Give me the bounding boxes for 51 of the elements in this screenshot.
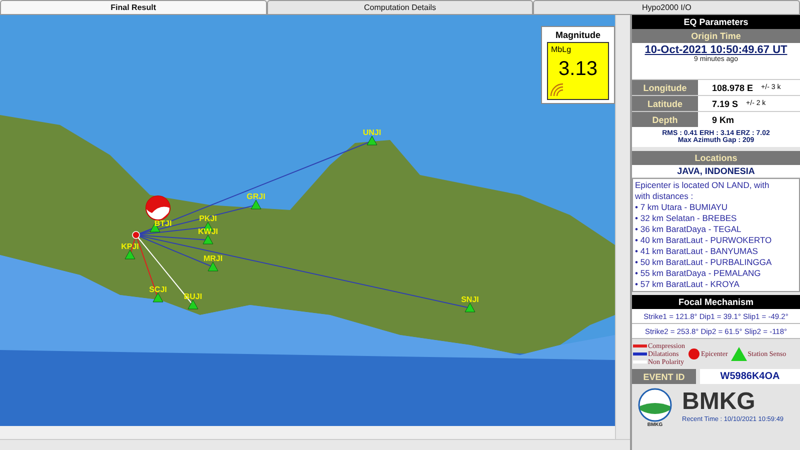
event-id-label: EVENT ID [632, 369, 696, 384]
vertical-scrollbar[interactable] [615, 15, 630, 439]
station-triangle-icon [202, 234, 214, 244]
origin-time: 10-Oct-2021 10:50:49.67 UT [644, 44, 788, 56]
distance-item: • 41 km BaratLaut - BANYUMAS [635, 246, 759, 257]
station-label: KWJI [198, 227, 218, 236]
tab[interactable]: Computation Details [266, 0, 534, 14]
station-label: SNJI [461, 295, 479, 304]
section-header: Locations [632, 151, 800, 165]
station-label: UNJI [362, 128, 382, 137]
station-label: MRJI [203, 254, 223, 263]
station-triangle-icon [464, 302, 476, 312]
station-label: GRJI [246, 192, 266, 201]
station-triangle-icon [208, 262, 218, 272]
parameter-label: Longitude [632, 80, 698, 95]
magnitude-value: 3.13 [558, 58, 598, 81]
parameter-value: 108.978 E [712, 82, 754, 92]
parameter-label: Latitude [632, 96, 698, 111]
logo-icon [638, 388, 672, 422]
magnitude-title: Magnitude [556, 30, 600, 40]
station-triangle-icon [152, 292, 164, 302]
epicenter-icon [688, 348, 700, 360]
event-id-value: W5986K4OA [700, 369, 800, 384]
parameter-value: 9 Km [712, 114, 734, 124]
station-triangle-icon [250, 200, 262, 210]
beachball-icon [146, 196, 170, 220]
epicenter-icon [132, 231, 140, 239]
parameter-label: Depth [632, 112, 698, 127]
horizontal-scrollbar[interactable] [0, 439, 630, 450]
tab[interactable]: Final Result [0, 0, 267, 14]
station-triangle-icon [188, 300, 198, 310]
epicenter-description: Epicenter is located ON LAND, with with distances : [635, 180, 770, 202]
distance-item: • 55 km BaratDaya - PEMALANG [635, 268, 762, 279]
distance-item: • 32 km Selatan - BREBES [635, 213, 738, 224]
magnitude-type: MbLg [551, 45, 572, 54]
station-triangle-icon [124, 250, 136, 260]
tab[interactable]: Hypo2000 I/O [533, 0, 800, 14]
distance-item: • 50 km BaratLaut - PURBALINGGA [635, 257, 773, 268]
parameter-value: 7.19 S [712, 98, 738, 108]
wave-icon [550, 83, 564, 97]
section-header: EQ Parameters [632, 15, 800, 29]
region-name: JAVA, INDONESIA [677, 166, 755, 176]
distance-item: • 36 km BaratDaya - TEGAL [635, 224, 742, 235]
section-header: Origin Time [632, 29, 800, 43]
agency-name: BMKG [682, 388, 756, 416]
section-header: Focal Mechanism [632, 295, 800, 309]
distance-item: • 40 km BaratLaut - PURWOKERTO [635, 235, 773, 246]
distance-item: • 57 km BaratLaut - KROYA [635, 279, 740, 290]
station-triangle-icon [730, 347, 747, 361]
distance-item: • 7 km Utara - BUMIAYU [635, 202, 729, 213]
station-triangle-icon [366, 136, 378, 146]
